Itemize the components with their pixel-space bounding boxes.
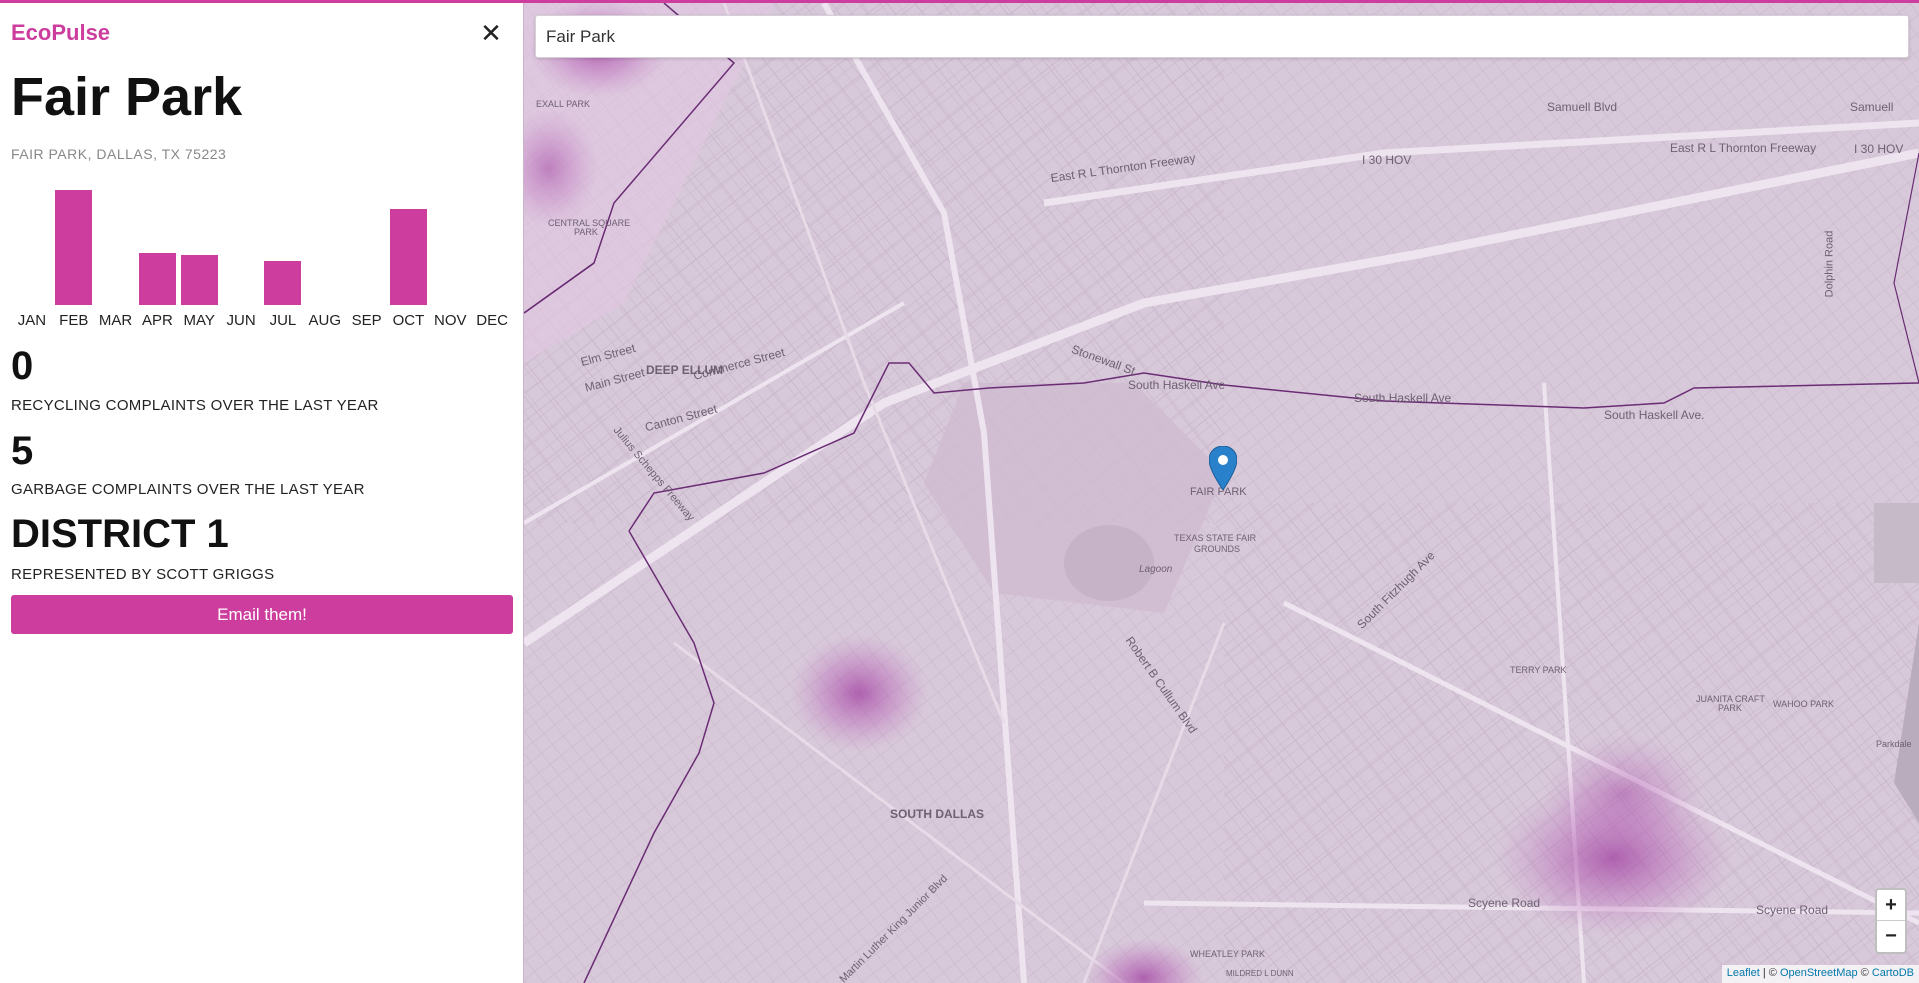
map-label-central-square-park: PARK (574, 227, 598, 237)
recycling-label: RECYCLING COMPLAINTS OVER THE LAST YEAR (11, 397, 379, 414)
chart-month-label-apr: APR (141, 312, 173, 329)
zoom-out-button[interactable]: − (1877, 921, 1905, 952)
top-accent-bar (0, 0, 1919, 3)
chart-month-label-jan: JAN (17, 312, 47, 329)
osm-link[interactable]: OpenStreetMap (1780, 967, 1858, 979)
map-label-exall-park: EXALL PARK (536, 99, 591, 109)
district-name: DISTRICT 1 (11, 512, 229, 556)
district-representative: REPRESENTED BY SCOTT GRIGGS (11, 566, 275, 583)
garbage-count: 5 (11, 429, 34, 473)
map-label-juanita-craft-park: PARK (1718, 703, 1742, 713)
map-attribution: Leaflet | © OpenStreetMap © CartoDB (1721, 965, 1919, 983)
map-label-mildred-dunn: MILDRED L DUNN (1226, 969, 1294, 978)
chart-month-label-oct: OCT (392, 312, 425, 329)
map-label-grounds: GROUNDS (1194, 544, 1241, 554)
zoom-in-button[interactable]: + (1877, 890, 1905, 921)
map-label-south-haskell-2: South Haskell Ave (1354, 391, 1452, 405)
garbage-label: GARBAGE COMPLAINTS OVER THE LAST YEAR (11, 481, 365, 498)
chart-bar-apr (138, 253, 176, 305)
brand-logo[interactable]: EcoPulse (11, 20, 110, 46)
chart-bar-oct (389, 209, 427, 305)
chart-month-label-dec: DEC (476, 312, 508, 329)
chart-bar-jul (264, 260, 302, 305)
recycling-count: 0 (11, 344, 34, 388)
map-label-scyene-road: Scyene Road (1468, 896, 1541, 910)
chart-month-label-mar: MAR (98, 312, 133, 329)
map-label-dolphin-road: Dolphin Road (1823, 230, 1836, 298)
map-label-terry-park: TERRY PARK (1510, 665, 1567, 675)
map-label-south-dallas: SOUTH DALLAS (890, 807, 984, 821)
location-title: Fair Park (11, 67, 243, 127)
map-label-parkdale: Parkdale (1876, 739, 1912, 749)
attribution-copy: © (1857, 967, 1872, 979)
location-marker-icon[interactable] (1209, 446, 1237, 490)
email-representative-button[interactable]: Email them! (11, 595, 513, 634)
chart-month-label-jun: JUN (226, 312, 256, 329)
map-label-samuell: Samuell (1850, 100, 1894, 114)
leaflet-link[interactable]: Leaflet (1727, 967, 1760, 979)
chart-month-label-may: MAY (183, 312, 215, 329)
search-input[interactable] (535, 15, 1909, 58)
sidebar-panel: EcoPulse ✕ Fair Park FAIR PARK, DALLAS, … (0, 0, 524, 983)
zoom-control: + − (1875, 888, 1907, 954)
chart-month-label-sep: SEP (351, 312, 382, 329)
map-label-i30-hov: I 30 HOV (1854, 142, 1904, 156)
map-label-scyene-road-2: Scyene Road (1756, 903, 1829, 917)
chart-month-label-feb: FEB (59, 312, 89, 329)
map-view[interactable]: Samuell Blvd Samuell East R L Thornton F… (524, 3, 1919, 983)
map-label-samuell-blvd: Samuell Blvd (1547, 100, 1618, 114)
attribution-sep: | © (1759, 967, 1780, 979)
map-label-wheatley-park: WHEATLEY PARK (1190, 949, 1266, 959)
chart-month-label-nov: NOV (433, 312, 467, 329)
close-icon[interactable]: ✕ (476, 18, 506, 48)
map-label-south-haskell: South Haskell Ave (1128, 378, 1226, 392)
map-label-texas-state-fair: TEXAS STATE FAIR (1174, 533, 1257, 543)
map-label-i30-hov-2: I 30 HOV (1362, 153, 1412, 167)
chart-bar-may (180, 255, 218, 305)
chart-month-labels: JAN FEB MAR APR MAY JUN JUL AUG SEP OCT NOV DEC (11, 312, 513, 332)
map-label-south-haskell-east: South Haskell Ave. (1604, 408, 1705, 422)
chart-month-label-jul: JUL (269, 312, 297, 329)
cartodb-link[interactable]: CartoDB (1872, 967, 1914, 979)
map-label-east-rl-thornton: East R L Thornton Freeway (1670, 141, 1817, 155)
chart-bar-feb (55, 190, 93, 305)
location-address: FAIR PARK, DALLAS, TX 75223 (11, 146, 227, 162)
monthly-complaints-chart (11, 190, 513, 305)
map-label-wahoo-park: WAHOO PARK (1773, 699, 1835, 709)
chart-month-label-aug: AUG (308, 312, 341, 329)
map-label-lagoon: Lagoon (1139, 564, 1173, 575)
